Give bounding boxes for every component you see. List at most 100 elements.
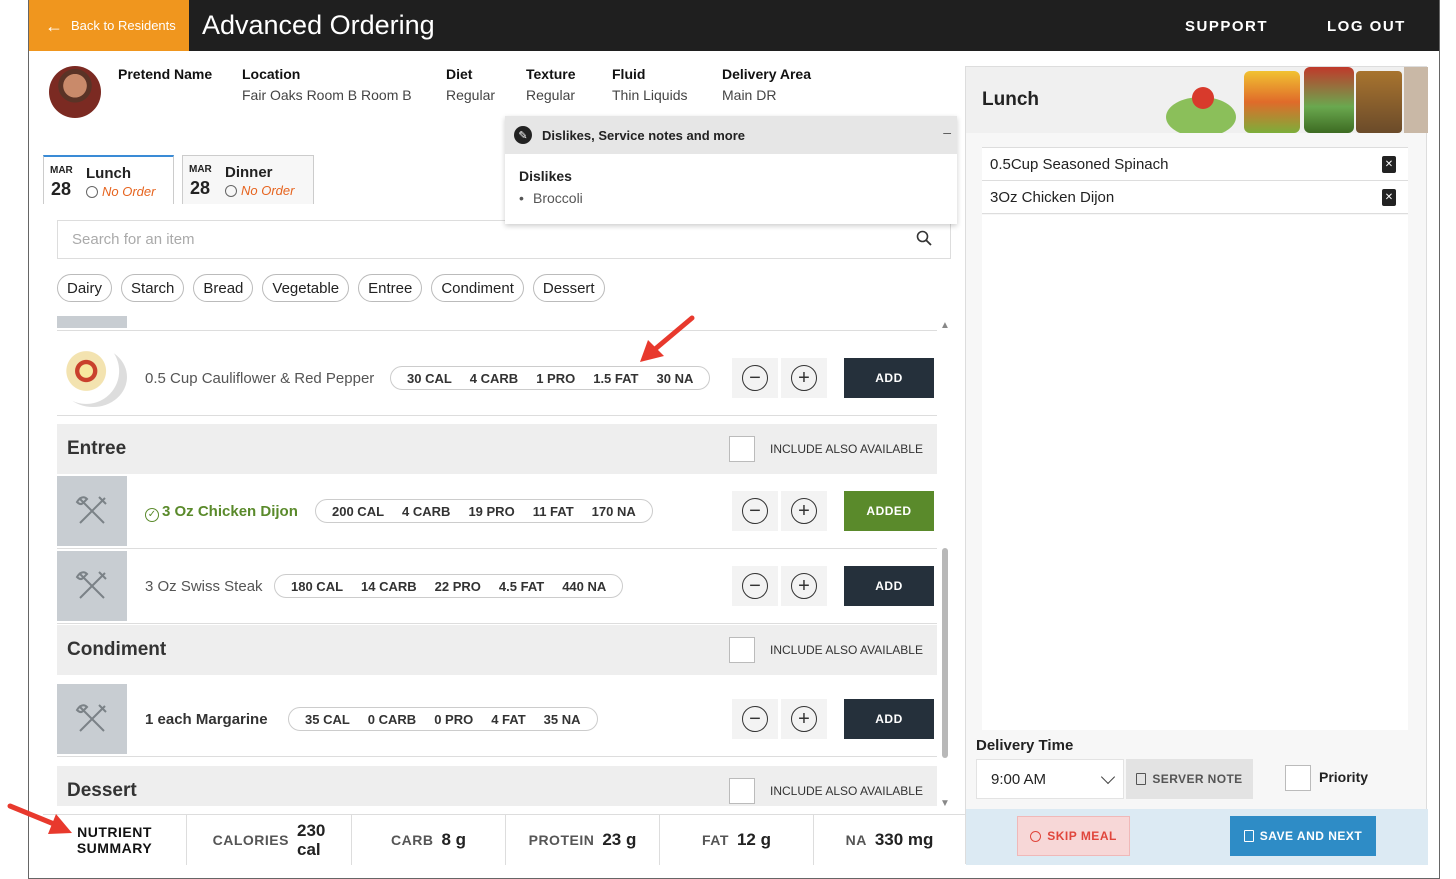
support-link[interactable]: SUPPORT (1185, 18, 1268, 35)
note-icon: ✎ (514, 126, 532, 144)
food-thumbnail (57, 551, 127, 621)
chip-dairy[interactable]: Dairy (57, 274, 113, 302)
nutrient-summary-bar: NUTRIENT SUMMARY CALORIES 230 cal CARB 8… (43, 814, 965, 865)
scroll-down-icon[interactable]: ▼ (940, 798, 950, 809)
back-label: Back to Residents (71, 18, 176, 33)
fat-value: 12 g (736, 830, 771, 849)
item-list[interactable]: 0.5 Cup Cauliflower & Red Pepper 30 CAL … (57, 316, 937, 806)
include-also-available-checkbox[interactable] (729, 637, 755, 663)
tab-lunch[interactable]: MAR 28 Lunch No Order (43, 155, 174, 205)
minus-button[interactable]: − (732, 358, 778, 398)
plus-button[interactable]: + (781, 358, 827, 398)
calories: 30 CAL (407, 370, 452, 386)
carb: 4 CARB (402, 503, 451, 519)
chip-bread[interactable]: Bread (193, 274, 254, 302)
location-label: Location (242, 66, 301, 82)
save-and-next-button[interactable]: SAVE AND NEXT (1230, 816, 1376, 856)
item-name[interactable]: 3 Oz Swiss Steak (145, 578, 263, 595)
category-filters: Dairy Starch Bread Vegetable Entree Cond… (57, 274, 605, 302)
scroll-up-icon[interactable]: ▲ (940, 320, 950, 331)
collapse-icon[interactable]: – (943, 124, 951, 140)
minus-icon: − (742, 498, 768, 524)
top-bar: ← Back to Residents Advanced Ordering SU… (29, 0, 1439, 51)
scrollbar-thumb[interactable] (942, 548, 948, 758)
fat: 11 FAT (532, 503, 574, 519)
delivery-time-label: Delivery Time (976, 737, 1074, 754)
app-window: ← Back to Residents Advanced Ordering SU… (28, 0, 1440, 879)
include-also-available-label: INCLUDE ALSO AVAILABLE (770, 643, 923, 657)
protein: 22 PRO (434, 578, 481, 594)
plus-button[interactable]: + (781, 699, 827, 739)
dislikes-body: Dislikes Broccoli (505, 154, 957, 220)
tab-day: 28 (51, 179, 72, 199)
nutrient-pill: 35 CAL 0 CARB 0 PRO 4 FAT 35 NA (288, 707, 598, 731)
plus-button[interactable]: + (781, 566, 827, 606)
ban-icon (1030, 830, 1042, 842)
chip-vegetable[interactable]: Vegetable (262, 274, 350, 302)
section-title: Condiment (67, 639, 167, 660)
section-title: Entree (67, 438, 127, 459)
item-name[interactable]: 0.5 Cup Cauliflower & Red Pepper (145, 370, 374, 387)
chip-starch[interactable]: Starch (121, 274, 185, 302)
include-also-available-label: INCLUDE ALSO AVAILABLE (770, 442, 923, 456)
back-to-residents-button[interactable]: ← Back to Residents (29, 0, 189, 51)
calories-unit: cal (296, 840, 321, 859)
diet-value: Regular (446, 87, 496, 103)
fluid-value: Thin Liquids (612, 87, 688, 103)
server-note-button[interactable]: SERVER NOTE (1126, 759, 1253, 799)
delivery-area-label: Delivery Area (722, 66, 811, 82)
carb-summary: CARB 8 g (352, 815, 506, 865)
protein: 0 PRO (434, 711, 474, 727)
texture-value: Regular (526, 87, 576, 103)
priority-checkbox[interactable] (1285, 765, 1311, 791)
chip-condiment[interactable]: Condiment (431, 274, 524, 302)
trash-icon[interactable]: ✕ (1382, 156, 1396, 173)
item-name[interactable]: 1 each Margarine (145, 711, 268, 728)
order-item-name: 0.5Cup Seasoned Spinach (990, 155, 1169, 173)
section-dessert: Dessert INCLUDE ALSO AVAILABLE (57, 766, 937, 806)
list-item (57, 316, 937, 331)
empty-circle-icon (225, 184, 237, 197)
tab-dinner[interactable]: MAR 28 Dinner No Order (182, 155, 314, 205)
search-placeholder: Search for an item (72, 231, 195, 248)
include-also-available-checkbox[interactable] (729, 436, 755, 462)
add-button[interactable]: ADD (844, 699, 934, 739)
tab-status-text: No Order (241, 183, 295, 198)
fluid-label: Fluid (612, 66, 646, 82)
delivery-area-col: Delivery Area Main DR (722, 66, 811, 103)
list-item: 3 Oz Swiss Steak 180 CAL 14 CARB 22 PRO … (57, 549, 937, 624)
chip-dessert[interactable]: Dessert (532, 274, 605, 302)
nutrient-pill: 200 CAL 4 CARB 19 PRO 11 FAT 170 NA (315, 499, 653, 523)
document-icon (1243, 830, 1254, 842)
nutrient-pill: 180 CAL 14 CARB 22 PRO 4.5 FAT 440 NA (274, 574, 624, 598)
plus-button[interactable]: + (781, 491, 827, 531)
chevron-down-icon (1100, 769, 1116, 785)
added-button[interactable]: ADDED (844, 491, 934, 531)
minus-button[interactable]: − (732, 491, 778, 531)
chip-entree[interactable]: Entree (358, 274, 423, 302)
minus-button[interactable]: − (732, 566, 778, 606)
search-input[interactable]: Search for an item (57, 220, 951, 259)
section-title: Dessert (67, 780, 137, 801)
search-icon[interactable] (916, 230, 932, 246)
add-button[interactable]: ADD (844, 566, 934, 606)
resident-name-col: Pretend Name (118, 66, 212, 87)
skip-meal-button[interactable]: SKIP MEAL (1017, 816, 1130, 856)
delivery-time-select[interactable]: 9:00 AM (976, 759, 1124, 799)
tab-month: MAR (50, 165, 73, 176)
include-also-available-checkbox[interactable] (729, 778, 755, 804)
banner-image (1304, 67, 1354, 133)
add-button[interactable]: ADD (844, 358, 934, 398)
texture-label: Texture (526, 66, 576, 82)
trash-icon[interactable]: ✕ (1382, 189, 1396, 206)
sodium-summary: NA 330 mg (814, 815, 965, 865)
utensils-icon (75, 704, 107, 732)
list-scrollbar[interactable]: ▲ ▼ (939, 320, 951, 810)
minus-button[interactable]: − (732, 699, 778, 739)
summary-label-line1: NUTRIENT (77, 824, 152, 840)
dislikes-panel-header[interactable]: ✎ Dislikes, Service notes and more – (505, 116, 957, 154)
item-name-added[interactable]: ✓ 3 Oz Chicken Dijon (145, 503, 298, 522)
plus-icon: + (791, 365, 817, 391)
logout-link[interactable]: LOG OUT (1327, 18, 1406, 35)
plus-icon: + (791, 706, 817, 732)
